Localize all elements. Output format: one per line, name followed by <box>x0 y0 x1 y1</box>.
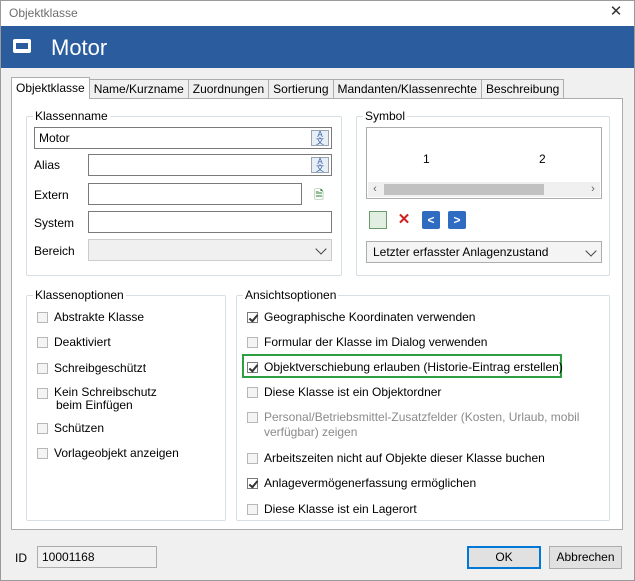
bereich-label: Bereich <box>34 244 75 258</box>
checkbox-box[interactable] <box>247 312 258 323</box>
checkbox-label: Diese Klasse ist ein Objektordner <box>264 385 442 399</box>
checkbox-label: Vorlageobjekt anzeigen <box>54 446 179 460</box>
checkbox-label: Deaktiviert <box>54 335 111 349</box>
checkbox-box[interactable] <box>37 388 48 399</box>
checkbox-box[interactable] <box>247 362 258 373</box>
anlagenzustand-select[interactable]: Letzter erfasster Anlagenzustand <box>366 241 602 263</box>
checkbox-vorlageobjekt[interactable]: Vorlageobjekt anzeigen <box>37 446 179 460</box>
checkbox-label: Personal/Betriebsmittel-Zusatzfelder (Ko… <box>264 410 579 440</box>
checkbox-arbeitszeiten[interactable]: Arbeitszeiten nicht auf Objekte dieser K… <box>247 451 545 465</box>
title-bar: Objektklasse ✕ <box>1 1 634 26</box>
tab-panel-objektklasse: Klassenname Motor A文 Alias A文 Extern 🗎 S… <box>11 98 623 530</box>
scrollbar-thumb[interactable] <box>384 184 544 195</box>
checkbox-label: Objektverschiebung erlauben (Historie-Ei… <box>264 360 563 374</box>
class-name-input[interactable]: Motor A文 <box>34 127 332 149</box>
checkbox-personal-zusatzfelder[interactable]: Personal/Betriebsmittel-Zusatzfelder (Ko… <box>247 410 579 440</box>
checkbox-label-line2: verfügbar) zeigen <box>264 425 358 439</box>
anlagenzustand-value: Letzter erfasster Anlagenzustand <box>373 245 549 259</box>
window-title: Objektklasse <box>9 6 78 20</box>
checkbox-box[interactable] <box>37 363 48 374</box>
checkbox-box[interactable] <box>37 448 48 459</box>
checkbox-box[interactable] <box>247 387 258 398</box>
checkbox-label: Diese Klasse ist ein Lagerort <box>264 502 417 516</box>
object-class-icon <box>13 39 31 53</box>
checkbox-lagerort[interactable]: Diese Klasse ist ein Lagerort <box>247 502 417 516</box>
extern-label: Extern <box>34 188 69 202</box>
ok-button[interactable]: OK <box>467 546 541 569</box>
checkbox-schreibgeschuetzt[interactable]: Schreibgeschützt <box>37 361 146 375</box>
header-title: Motor <box>51 35 108 60</box>
arrow-left-icon[interactable]: < <box>422 211 440 229</box>
symbol-group-label: Symbol <box>363 109 408 123</box>
checkbox-label-line1: Personal/Betriebsmittel-Zusatzfelder (Ko… <box>264 410 580 424</box>
symbol-cell-2[interactable]: 2 <box>539 152 546 166</box>
tab-name-kurzname[interactable]: Name/Kurzname <box>88 79 189 99</box>
close-icon[interactable]: ✕ <box>608 4 624 20</box>
checkbox-formular-dialog[interactable]: Formular der Klasse im Dialog verwenden <box>247 335 487 349</box>
checkbox-label: Kein Schreibschutz beim Einfügen <box>54 386 157 412</box>
scroll-right-icon[interactable]: › <box>586 182 600 197</box>
checkbox-box[interactable] <box>247 412 258 423</box>
scroll-left-icon[interactable]: ‹ <box>368 182 382 197</box>
system-label: System <box>34 216 75 230</box>
checkbox-abstrakte-klasse[interactable]: Abstrakte Klasse <box>37 310 144 324</box>
delete-icon[interactable]: ✕ <box>395 211 413 229</box>
checkbox-label: Anlagevermögenerfassung ermöglichen <box>264 476 477 490</box>
header-banner: Motor <box>1 26 634 68</box>
chevron-down-icon <box>585 245 597 257</box>
checkbox-label: Arbeitszeiten nicht auf Objekte dieser K… <box>264 451 545 465</box>
checkbox-box[interactable] <box>247 453 258 464</box>
bereich-select[interactable] <box>88 239 332 261</box>
checkbox-objektverschiebung[interactable]: Objektverschiebung erlauben (Historie-Ei… <box>247 360 563 374</box>
translate-icon[interactable]: A文 <box>311 157 329 173</box>
checkbox-label-line2: beim Einfügen <box>56 398 133 412</box>
alias-input[interactable]: A文 <box>88 154 332 176</box>
translate-icon[interactable]: A文 <box>311 130 329 146</box>
checkbox-geo-koordinaten[interactable]: Geographische Koordinaten verwenden <box>247 310 475 324</box>
checkbox-box[interactable] <box>247 478 258 489</box>
tab-strip: Objektklasse Name/Kurzname Zuordnungen S… <box>11 77 565 99</box>
tab-sortierung[interactable]: Sortierung <box>268 79 334 99</box>
add-image-icon[interactable] <box>369 211 387 229</box>
checkbox-box[interactable] <box>247 504 258 515</box>
class-name-value: Motor <box>39 131 70 145</box>
checkbox-kein-schreibschutz[interactable]: Kein Schreibschutz beim Einfügen <box>37 386 157 412</box>
checkbox-label-line1: Kein Schreibschutz <box>54 385 157 399</box>
arrow-right-icon[interactable]: > <box>448 211 466 229</box>
ansichtsoptionen-group-label: Ansichtsoptionen <box>243 288 339 302</box>
symbol-list[interactable]: 1 2 ‹ › <box>366 127 602 199</box>
dialog-window: Objektklasse ✕ Motor Objektklasse Name/K… <box>0 0 635 581</box>
checkbox-label: Abstrakte Klasse <box>54 310 145 324</box>
checkbox-deaktiviert[interactable]: Deaktiviert <box>37 335 111 349</box>
tab-beschreibung[interactable]: Beschreibung <box>480 79 565 99</box>
checkbox-anlagevermoegen[interactable]: Anlagevermögenerfassung ermöglichen <box>247 476 476 490</box>
checkbox-label: Geographische Koordinaten verwenden <box>264 310 476 324</box>
checkbox-box[interactable] <box>37 312 48 323</box>
checkbox-objektordner[interactable]: Diese Klasse ist ein Objektordner <box>247 385 441 399</box>
checkbox-label: Schützen <box>54 421 105 435</box>
tab-zuordnungen[interactable]: Zuordnungen <box>187 79 270 99</box>
id-label: ID <box>15 551 27 565</box>
cancel-button[interactable]: Abbrechen <box>549 546 622 569</box>
checkbox-label: Schreibgeschützt <box>54 361 147 375</box>
symbol-cell-1[interactable]: 1 <box>423 152 430 166</box>
checkbox-label: Formular der Klasse im Dialog verwenden <box>264 335 488 349</box>
checkbox-box[interactable] <box>37 337 48 348</box>
symbol-scrollbar[interactable]: ‹ › <box>368 182 600 197</box>
chevron-down-icon <box>315 243 327 255</box>
klassenoptionen-group-label: Klassenoptionen <box>33 288 126 302</box>
checkbox-box[interactable] <box>37 423 48 434</box>
klassenname-group-label: Klassenname <box>33 109 110 123</box>
checkbox-schuetzen[interactable]: Schützen <box>37 421 104 435</box>
alias-label: Alias <box>34 158 61 172</box>
id-value: 10001168 <box>42 550 95 564</box>
document-refresh-icon[interactable]: 🗎 <box>310 186 328 204</box>
system-input[interactable] <box>88 211 332 233</box>
tab-objektklasse[interactable]: Objektklasse <box>11 77 90 99</box>
id-field: 10001168 <box>37 546 157 568</box>
extern-input[interactable] <box>88 183 302 205</box>
checkbox-box[interactable] <box>247 337 258 348</box>
tab-mandanten[interactable]: Mandanten/Klassenrechte <box>332 79 482 99</box>
